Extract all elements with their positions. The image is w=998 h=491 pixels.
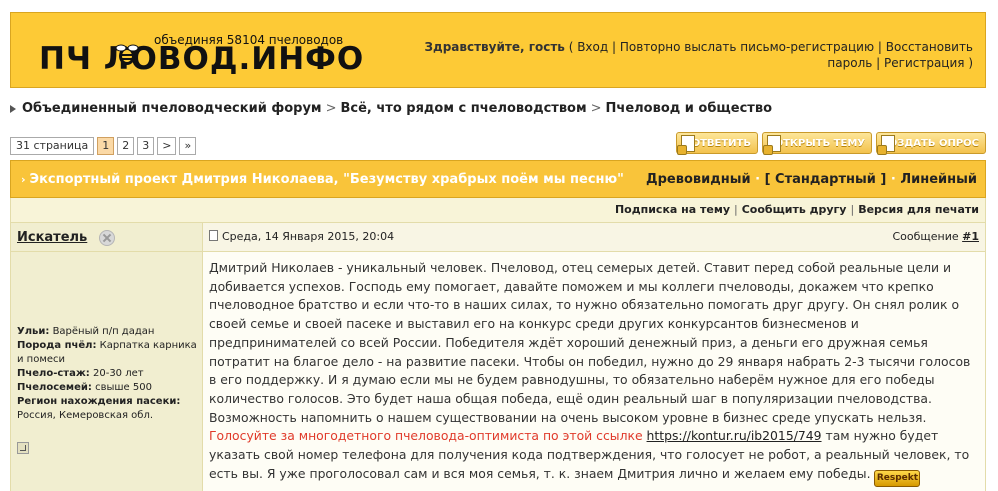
arrow-right-icon: ›: [21, 173, 26, 186]
page-1[interactable]: 1: [97, 137, 115, 155]
post-date: Среда, 14 Января 2015, 20:04: [209, 230, 394, 243]
bee-icon: [115, 44, 139, 65]
mode-tree[interactable]: Древовидный: [646, 172, 751, 187]
breadcrumb-arrow-icon: [10, 104, 16, 113]
site-header: объединяя 58104 пчеловодов ПЧ ЛОВОД.ИНФО…: [10, 12, 986, 88]
post-author-cell: Искатель: [10, 222, 203, 252]
page-2[interactable]: 2: [117, 137, 135, 155]
breadcrumb-subsection[interactable]: Пчеловод и общество: [606, 101, 773, 116]
document-icon: [877, 135, 895, 155]
breadcrumb-forum[interactable]: Объединенный пчеловодческий форум: [22, 101, 322, 116]
expand-info-icon[interactable]: [17, 442, 29, 454]
resend-registration-link[interactable]: Повторно выслать письмо-регистрацию: [620, 40, 874, 54]
author-info: Ульи: Варёный п/п дадан Порода пчёл: Кар…: [17, 326, 197, 421]
site-logo[interactable]: ПЧ ЛОВОД.ИНФО: [39, 43, 364, 75]
user-bar: Здравствуйте, гость ( Вход | Повторно вы…: [424, 40, 973, 70]
page-3[interactable]: 3: [137, 137, 155, 155]
greeting-text: Здравствуйте, гость: [424, 40, 565, 54]
vote-call-text: Голосуйте за многодетного пчеловода-опти…: [209, 428, 643, 444]
topic-title: › Экспортный проект Дмитрия Николаева, "Б…: [21, 172, 624, 187]
vote-link[interactable]: https://kontur.ru/ib2015/749: [647, 428, 822, 443]
post-content: Дмитрий Николаев - уникальный человек. П…: [203, 252, 986, 491]
document-icon: [763, 135, 781, 155]
pagination: 31 страница 1 2 3 > »: [10, 137, 197, 155]
topic-bar: › Экспортный проект Дмитрия Николаева, "Б…: [10, 160, 986, 198]
login-link[interactable]: Вход: [577, 40, 608, 54]
mode-standard[interactable]: [ Стандартный ]: [765, 172, 887, 187]
reply-button[interactable]: ответить: [676, 132, 758, 155]
register-link[interactable]: Регистрация: [884, 56, 964, 70]
breadcrumb: Объединенный пчеловодческий форум > Всё, ч…: [10, 101, 772, 116]
topic-options: Подписка на тему | Сообщить другу | Версия д…: [10, 198, 986, 222]
breadcrumb-section[interactable]: Всё, что рядом с пчеловодством: [340, 101, 586, 116]
document-icon: [677, 135, 695, 155]
post-number: Сообщение #1: [892, 230, 979, 243]
respekt-smiley-icon: Respekt: [874, 469, 921, 487]
print-version-link[interactable]: Версия для печати: [858, 203, 979, 216]
view-modes: Древовидный · [ Стандартный ] · Линейный: [646, 172, 977, 187]
next-page[interactable]: >: [157, 137, 177, 155]
new-poll-button[interactable]: создать опрос: [876, 132, 986, 155]
page-count[interactable]: 31 страница: [10, 137, 95, 155]
post-text: Дмитрий Николаев - уникальный человек. П…: [209, 259, 979, 487]
mode-linear[interactable]: Линейный: [900, 172, 977, 187]
tell-friend-link[interactable]: Сообщить другу: [742, 203, 847, 216]
post-header: Среда, 14 Января 2015, 20:04 Сообщение #…: [203, 222, 986, 252]
post-icon: [209, 230, 218, 241]
author-name[interactable]: Искатель: [17, 230, 87, 245]
offline-status-icon: [99, 230, 115, 246]
subscribe-link[interactable]: Подписка на тему: [615, 203, 730, 216]
topic-actions: ответить открыть тему создать опрос: [676, 132, 986, 155]
post-permalink[interactable]: #1: [962, 230, 979, 243]
last-page[interactable]: »: [179, 137, 197, 155]
author-info-panel: Ульи: Варёный п/п дадан Порода пчёл: Кар…: [10, 252, 203, 491]
new-topic-button[interactable]: открыть тему: [762, 132, 872, 155]
